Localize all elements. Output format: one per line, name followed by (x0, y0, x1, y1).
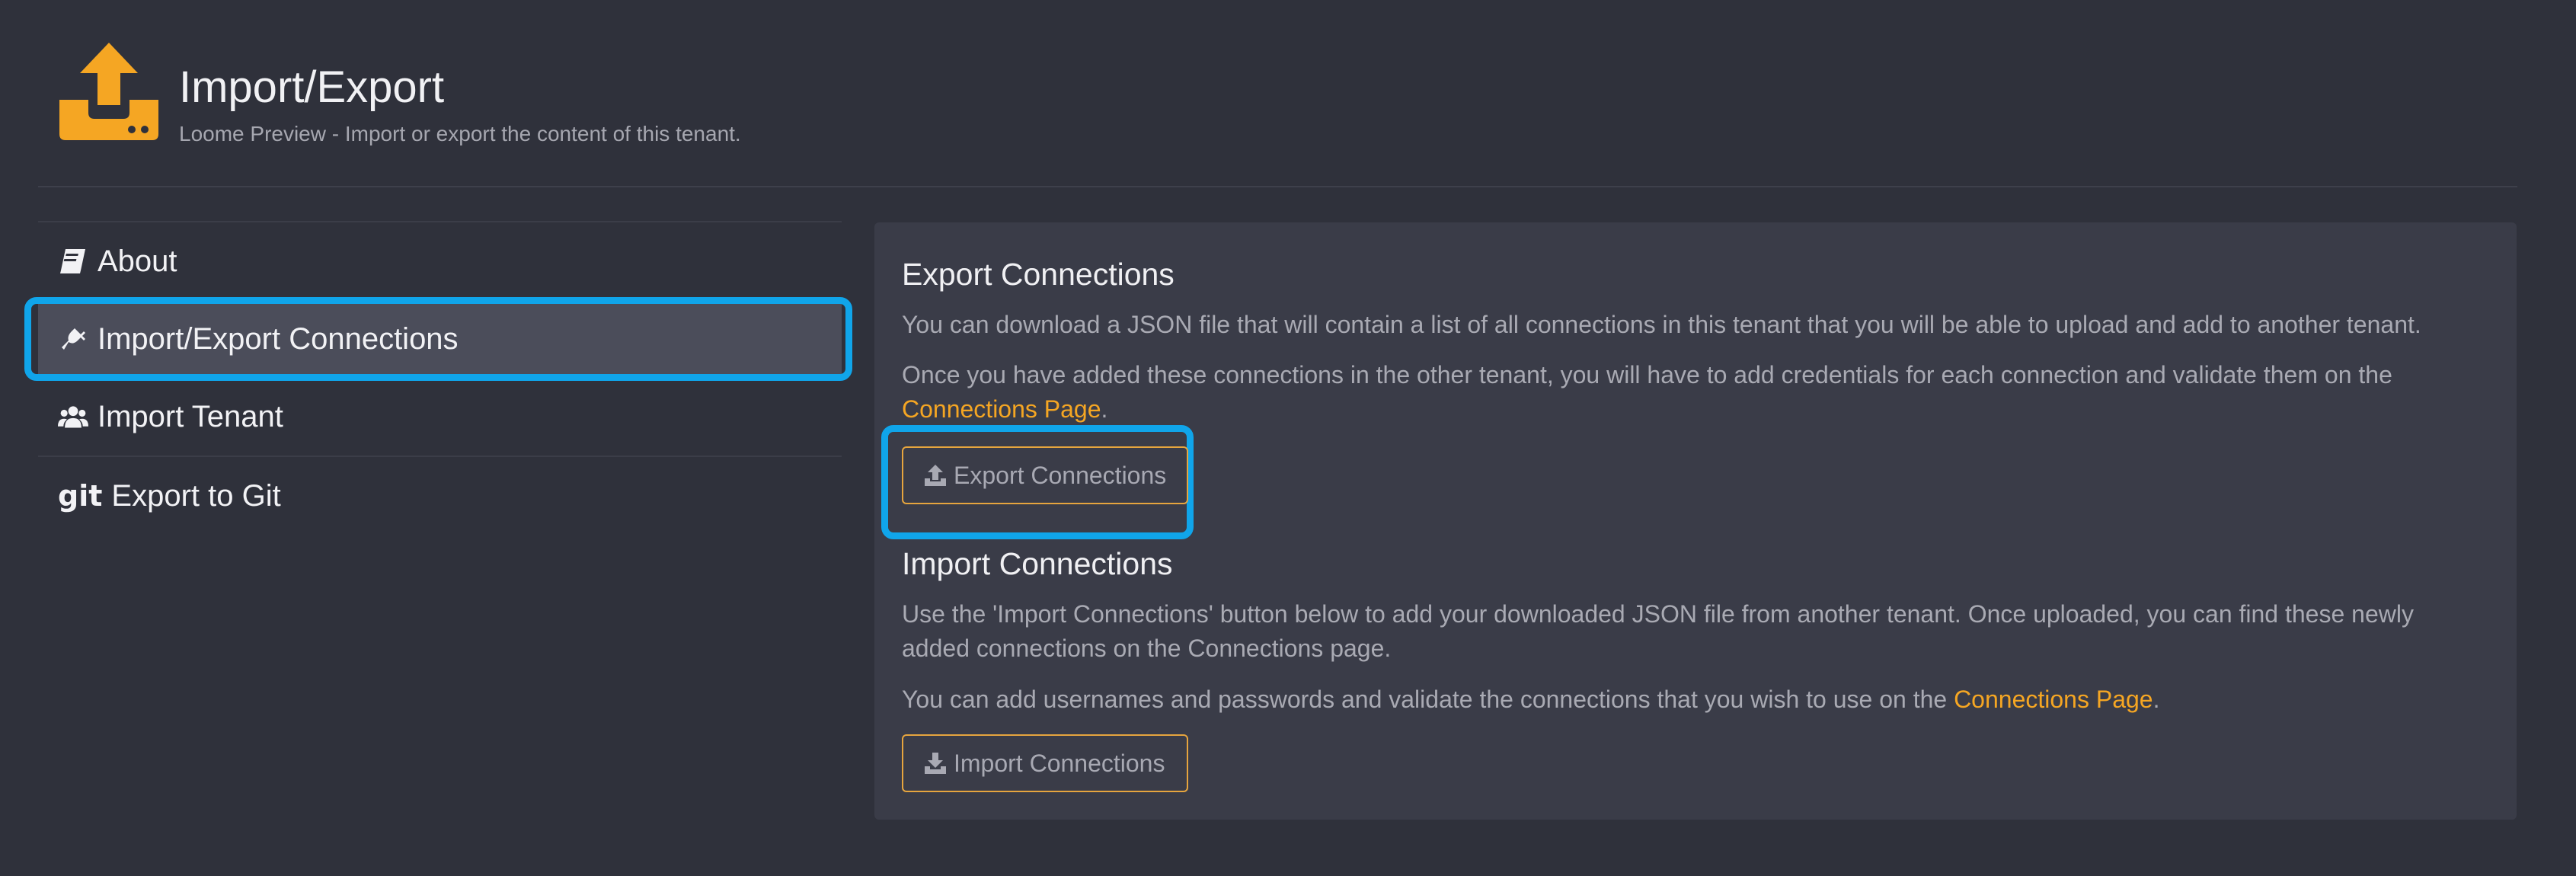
page-header: Import/Export Loome Preview - Import or … (59, 38, 2516, 187)
import-export-icon (59, 43, 158, 140)
sidebar-item-label: About (97, 244, 177, 278)
import-description: Use the 'Import Connections' button belo… (902, 600, 2414, 662)
export-credentials-note: Once you have added these connections in… (902, 361, 2392, 423)
users-icon (58, 406, 88, 428)
connections-page-link[interactable]: Connections Page (1954, 686, 2153, 713)
sidebar-nav: About Import/Export Connections Import T… (24, 221, 852, 535)
sidebar-item-about[interactable]: About (38, 222, 842, 300)
book-icon (60, 249, 85, 273)
plug-icon (62, 328, 85, 350)
sidebar-item-import-tenant[interactable]: Import Tenant (38, 378, 842, 456)
sidebar-item-label: Import Tenant (97, 399, 283, 433)
connections-panel: Export Connections You can download a JS… (874, 222, 2517, 820)
page-subtitle: Loome Preview - Import or export the con… (179, 122, 741, 145)
import-heading: Import Connections (902, 546, 1173, 581)
import-credentials-note: You can add usernames and passwords and … (902, 686, 2160, 713)
sidebar-item-export-to-git[interactable]: git Export to Git (38, 457, 842, 535)
header-divider (38, 186, 2517, 187)
upload-icon (925, 465, 946, 486)
sidebar-item-label: Export to Git (111, 478, 281, 513)
import-connections-button[interactable]: Import Connections (902, 734, 1188, 792)
export-connections-button[interactable]: Export Connections (902, 446, 1188, 504)
git-icon: git (58, 479, 103, 513)
export-description: You can download a JSON file that will c… (902, 311, 2421, 338)
connections-page-link[interactable]: Connections Page (902, 395, 1101, 423)
download-icon (925, 753, 946, 774)
sidebar-item-label: Import/Export Connections (97, 321, 459, 356)
export-heading: Export Connections (902, 257, 1175, 292)
page-title: Import/Export (179, 62, 445, 112)
sidebar-item-import-export-connections[interactable]: Import/Export Connections (24, 297, 852, 381)
